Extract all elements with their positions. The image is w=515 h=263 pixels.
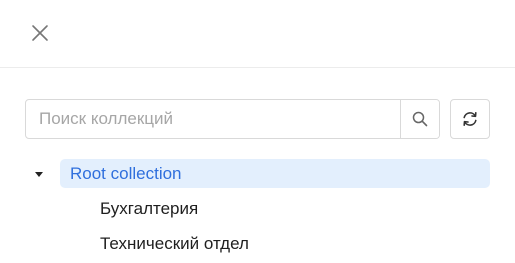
close-icon [32, 25, 48, 41]
tree-root-row: Root collection [25, 159, 490, 188]
collection-tree: Root collection Бухгалтерия Технический … [25, 159, 490, 253]
search-icon [412, 111, 428, 127]
dialog-header [0, 0, 515, 68]
tree-node-child[interactable]: Бухгалтерия [100, 196, 198, 222]
search-box [25, 99, 440, 139]
refresh-button[interactable] [450, 99, 490, 139]
search-button[interactable] [400, 100, 439, 138]
caret-down-icon[interactable] [34, 169, 44, 179]
tree-node-label: Root collection [70, 163, 182, 183]
tree-node-child[interactable]: Технический отдел [100, 231, 249, 257]
search-row [25, 99, 490, 139]
refresh-icon [463, 112, 477, 126]
tree-node-label: Технический отдел [100, 234, 249, 253]
tree-node-label: Бухгалтерия [100, 199, 199, 218]
close-button[interactable] [28, 21, 52, 45]
search-input[interactable] [26, 100, 400, 138]
tree-node-root-collection[interactable]: Root collection [60, 159, 490, 188]
